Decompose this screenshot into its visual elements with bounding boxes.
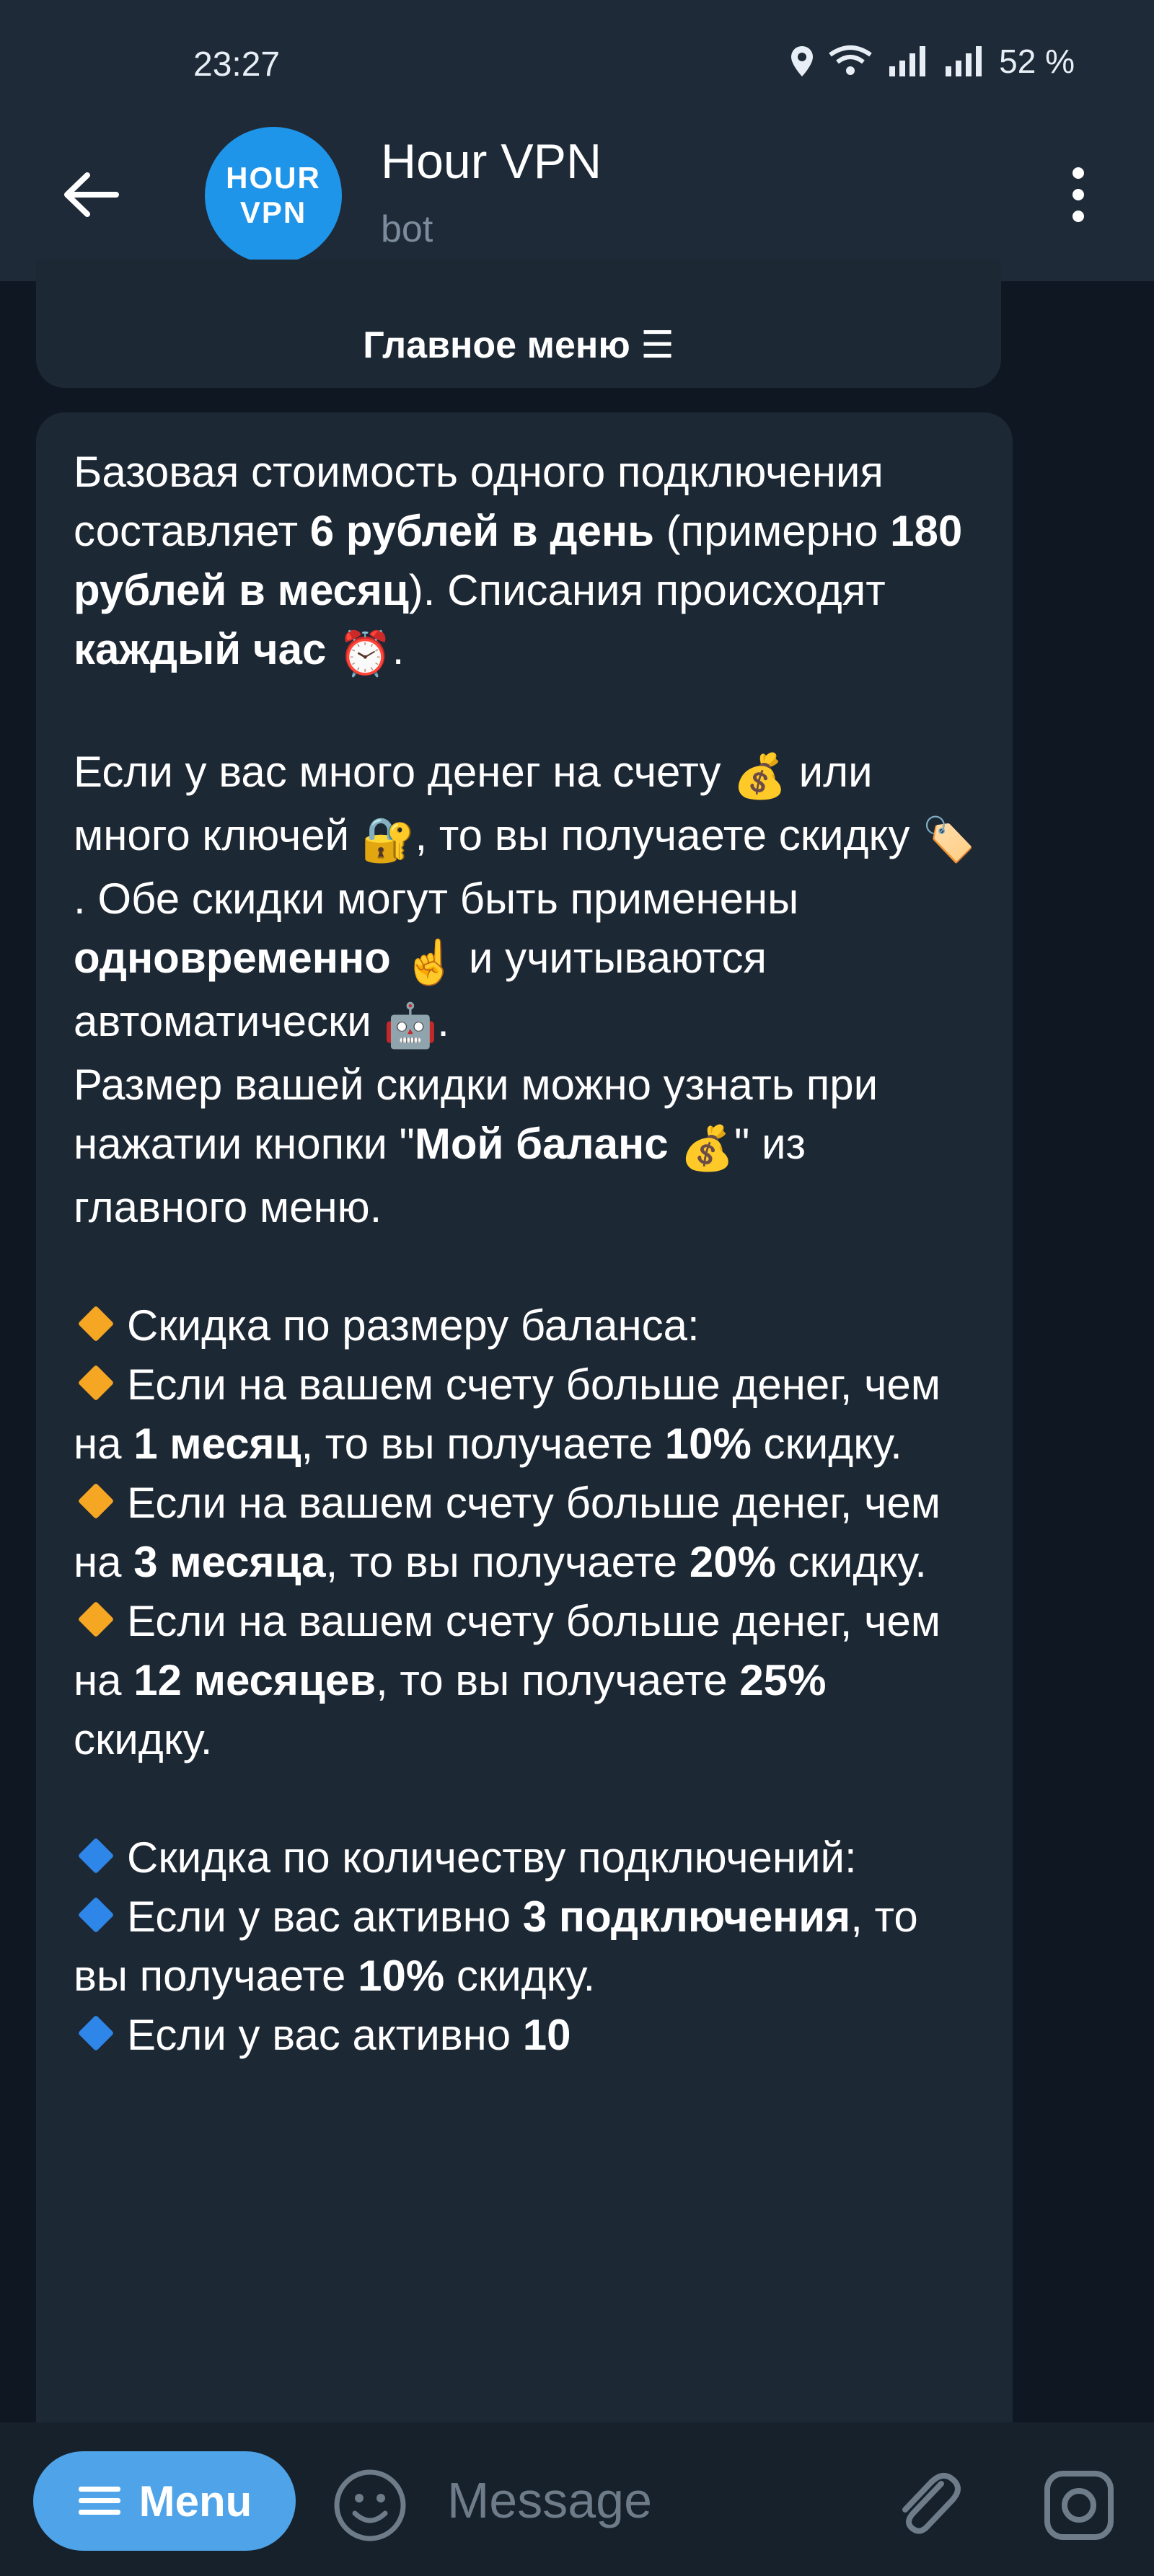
orange-diamond-icon	[77, 1601, 115, 1638]
blue-diamond-icon	[77, 2014, 115, 2052]
camera-icon	[1044, 2471, 1114, 2540]
dot-icon	[1072, 211, 1084, 222]
back-button[interactable]	[50, 155, 130, 234]
status-icons: 52 %	[790, 42, 1075, 81]
blue-diamond-icon	[77, 1837, 115, 1875]
message-input[interactable]: Message	[447, 2471, 652, 2529]
orange-diamond-icon	[77, 1482, 115, 1520]
orange-diamond-icon	[77, 1364, 115, 1402]
chat-subtitle: bot	[381, 208, 433, 250]
robot-icon: 🤖	[383, 1001, 438, 1050]
lock-key-icon: 🔐	[361, 815, 415, 864]
alarm-clock-icon: ⏰	[338, 629, 392, 678]
location-icon	[791, 46, 814, 76]
wifi-icon	[829, 45, 872, 75]
attach-button[interactable]	[884, 2462, 970, 2549]
tag-icon: 🏷️	[922, 815, 976, 864]
main-menu-inline-button[interactable]: Главное меню ☰	[36, 260, 1001, 388]
status-time: 23:27	[193, 45, 281, 84]
balance-discount-item: Если на вашем счету больше денег, чем на…	[74, 1360, 941, 1468]
connections-discount-item: Если у вас активно 3 подключения, то вы …	[74, 1893, 918, 2000]
dot-icon	[1072, 167, 1084, 179]
message-paragraph-discounts: Если у вас много денег на счету 💰 или мн…	[74, 743, 977, 1055]
money-bag-icon: 💰	[733, 752, 787, 800]
battery-percent: 52 %	[999, 43, 1075, 80]
money-bag-icon: 💰	[680, 1124, 734, 1172]
orange-diamond-icon	[77, 1305, 115, 1342]
message-input-bar: Menu Message	[0, 2422, 1154, 2576]
arrow-left-icon	[64, 172, 119, 217]
balance-discount-item: Если на вашем счету больше денег, чем на…	[74, 1597, 941, 1763]
balance-discount-title: Скидка по размеру баланса:	[74, 1296, 977, 1355]
message-paragraph-balance-hint: Размер вашей скидки можно узнать при наж…	[74, 1061, 878, 1231]
connections-discount-title: Скидка по количеству подключений:	[74, 1828, 977, 1887]
app-header: 23:27 52 % HOUR VPN Hour VPN bot	[0, 0, 1154, 281]
balance-discount-item: Если на вашем счету больше денег, чем на…	[74, 1479, 941, 1586]
smiley-icon	[334, 2469, 406, 2541]
camera-button[interactable]	[1036, 2462, 1122, 2549]
blue-diamond-icon	[77, 1896, 115, 1934]
avatar-text-line1: HOUR	[226, 161, 321, 195]
status-bar: 23:27 52 %	[0, 0, 1154, 137]
connections-discount-item: Если у вас активно 10	[74, 2006, 977, 2065]
emoji-button[interactable]	[330, 2466, 410, 2545]
pointing-up-icon: ☝️	[402, 938, 457, 986]
dot-icon	[1072, 189, 1084, 200]
bot-menu-button[interactable]: Menu	[33, 2451, 296, 2551]
chat-title[interactable]: Hour VPN	[381, 133, 602, 190]
signal-icon	[946, 46, 982, 76]
menu-button-label: Menu	[138, 2477, 252, 2526]
signal-icon	[889, 46, 926, 76]
message-bubble: Базовая стоимость одного подключения сос…	[36, 412, 1013, 2467]
paperclip-icon	[902, 2472, 961, 2534]
more-options-button[interactable]	[1049, 155, 1107, 234]
bot-avatar[interactable]: HOUR VPN	[205, 127, 342, 264]
main-menu-label: Главное меню ☰	[363, 324, 674, 366]
hamburger-icon	[78, 2487, 120, 2515]
avatar-text-line2: VPN	[239, 195, 307, 229]
message-paragraph-pricing: Базовая стоимость одного подключения сос…	[74, 443, 977, 683]
